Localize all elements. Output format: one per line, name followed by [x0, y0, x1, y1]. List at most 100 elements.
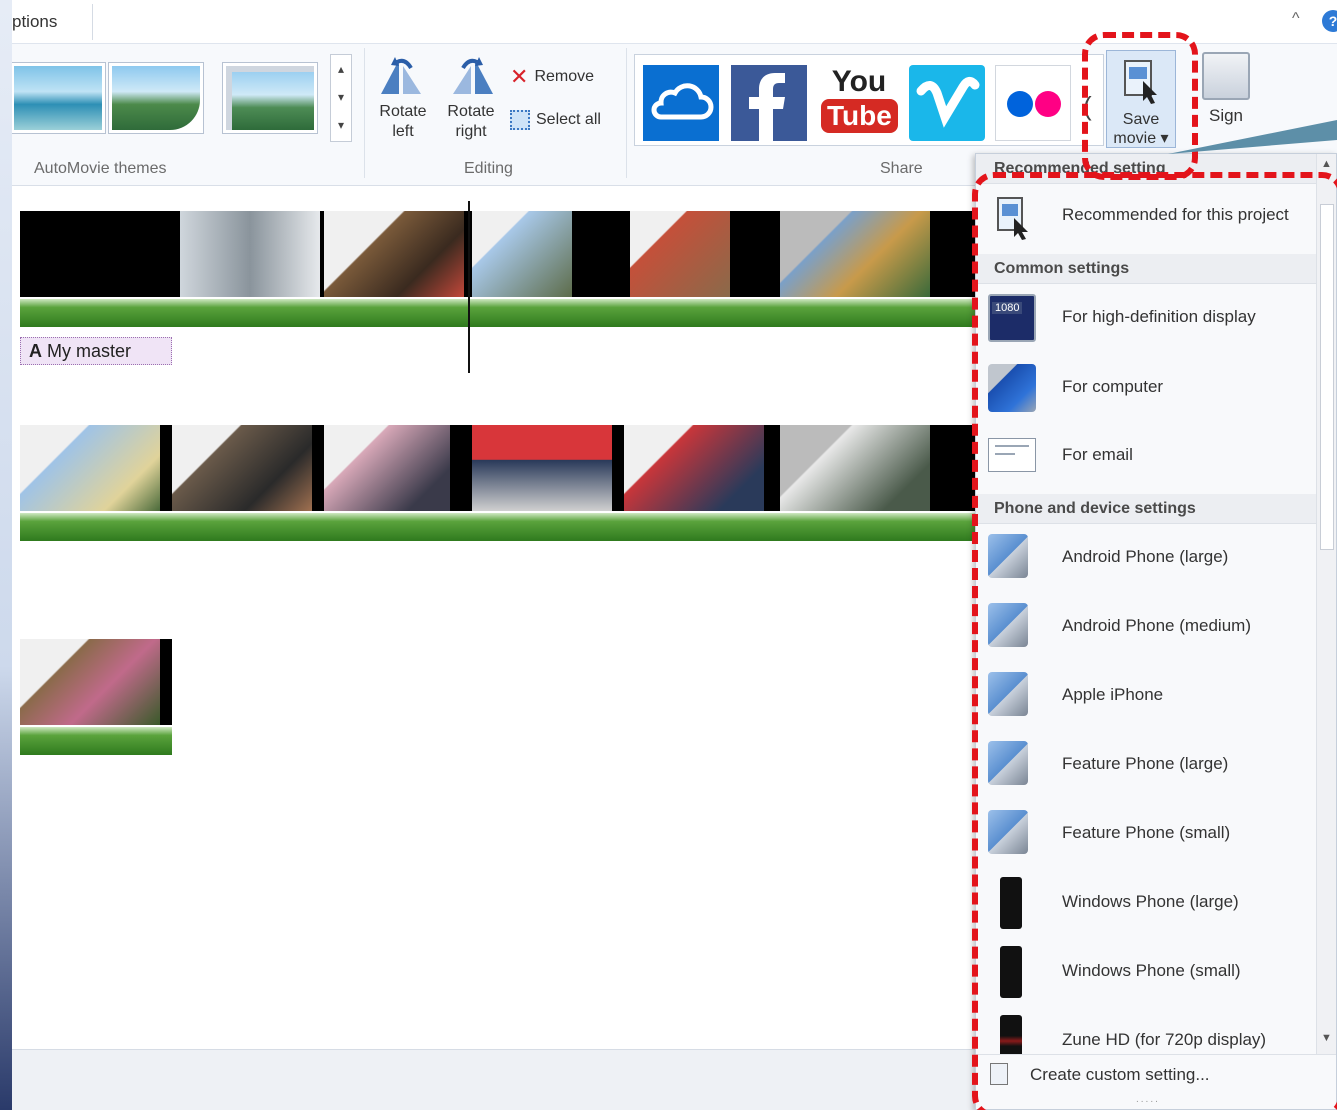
- caption-icon: A: [29, 341, 42, 361]
- remove-label: Remove: [534, 68, 595, 85]
- rotate-right-label: Rotate: [447, 103, 495, 120]
- clip-strip[interactable]: [20, 425, 980, 511]
- menu-item-label: Zune HD (for 720p display): [1062, 1030, 1267, 1049]
- themes-scroll[interactable]: ▴ ▾ ▾: [330, 54, 352, 142]
- clip-thumbnail[interactable]: [20, 425, 160, 511]
- theme-thumbnail[interactable]: [222, 62, 318, 134]
- menu-item-device[interactable]: Windows Phone (small): [976, 940, 1316, 1004]
- create-custom-setting[interactable]: Create custom setting...: [976, 1054, 1336, 1094]
- menu-item-label: For high-definition display: [1062, 307, 1256, 326]
- phone-camera-icon: [988, 534, 1028, 578]
- clip-thumbnail[interactable]: [172, 425, 312, 511]
- select-all-label: Select all: [536, 111, 601, 128]
- clip-thumbnail[interactable]: [624, 425, 764, 511]
- phone-camera-icon: [988, 741, 1028, 785]
- more-icon[interactable]: ▾: [331, 111, 351, 139]
- menu-item-device[interactable]: Android Phone (medium): [976, 595, 1316, 659]
- recommended-icon: [997, 197, 1028, 240]
- audio-waveform: [20, 511, 980, 541]
- group-label-editing: Editing: [464, 160, 513, 177]
- vimeo-v-shape: [916, 77, 980, 128]
- scroll-thumb[interactable]: [1320, 204, 1334, 550]
- rotate-left-button[interactable]: Rotate left: [372, 54, 434, 142]
- help-icon[interactable]: ?: [1322, 10, 1337, 32]
- menu-divider: [92, 4, 93, 40]
- hd-display-icon: 1080: [988, 294, 1036, 342]
- email-icon: [988, 438, 1036, 472]
- menu-item-label: Feature Phone (large): [1062, 754, 1229, 773]
- phone-camera-icon: [988, 603, 1028, 647]
- select-all-button[interactable]: Select all: [510, 110, 601, 130]
- windows-phone-icon: [1000, 877, 1022, 929]
- group-label-themes: AutoMovie themes: [34, 160, 167, 177]
- theme-thumbnail[interactable]: [108, 62, 204, 134]
- menu-item-device[interactable]: Feature Phone (large): [976, 733, 1316, 797]
- vimeo-icon[interactable]: [909, 65, 985, 141]
- playhead[interactable]: [468, 201, 470, 373]
- windows-phone-icon: [1000, 946, 1022, 998]
- menu-item-device[interactable]: Windows Phone (large): [976, 871, 1316, 935]
- scroll-up-icon[interactable]: ▴: [331, 55, 351, 83]
- youtube-icon[interactable]: You Tube: [821, 65, 898, 141]
- minimize-ribbon-icon[interactable]: ^: [1292, 10, 1300, 28]
- menu-item-email[interactable]: For email: [976, 424, 1316, 488]
- menu-item-device[interactable]: Feature Phone (small): [976, 802, 1316, 866]
- audio-waveform: [20, 297, 980, 327]
- rotate-right-icon: [453, 57, 493, 94]
- slide-decoration: [0, 0, 12, 1110]
- menu-item-label: Windows Phone (small): [1062, 961, 1241, 980]
- clip-thumbnail[interactable]: [472, 425, 612, 511]
- custom-setting-icon: [990, 1063, 1008, 1085]
- flickr-icon[interactable]: [995, 65, 1071, 141]
- menu-item-device[interactable]: Apple iPhone: [976, 664, 1316, 728]
- scroll-down-icon[interactable]: ▾: [331, 83, 351, 111]
- rotate-left-label2: left: [392, 123, 414, 140]
- save-movie-icon: [1124, 60, 1157, 104]
- clip-thumbnail[interactable]: [180, 211, 320, 297]
- menu-header: Phone and device settings: [976, 494, 1316, 524]
- scroll-down-icon[interactable]: ▼: [1321, 1032, 1332, 1044]
- remove-button[interactable]: ✕ Remove: [510, 64, 594, 90]
- menu-item-label: For computer: [1062, 377, 1164, 396]
- clip-thumbnail[interactable]: [780, 211, 930, 297]
- clip-thumbnail[interactable]: [324, 425, 450, 511]
- clip-thumbnail[interactable]: [20, 639, 160, 725]
- facebook-icon[interactable]: [731, 65, 807, 141]
- rotate-right-button[interactable]: Rotate right: [440, 54, 502, 142]
- phone-camera-icon: [988, 810, 1028, 854]
- custom-setting-label: Create custom setting...: [1030, 1065, 1210, 1084]
- group-divider: [364, 48, 365, 178]
- menu-item-computer[interactable]: For computer: [976, 356, 1316, 420]
- menu-item-label: For email: [1062, 445, 1133, 464]
- audio-waveform: [20, 725, 172, 755]
- clip-thumbnail[interactable]: [630, 211, 730, 297]
- caption-clip[interactable]: A My master: [20, 337, 172, 365]
- clip-thumbnail[interactable]: [472, 211, 572, 297]
- menu-item-label: Windows Phone (large): [1062, 892, 1239, 911]
- onedrive-icon[interactable]: [643, 65, 719, 141]
- menu-item-device[interactable]: Android Phone (large): [976, 526, 1316, 590]
- clip-strip[interactable]: [20, 211, 980, 297]
- rotate-left-label: Rotate: [379, 103, 427, 120]
- rotate-left-icon: [381, 57, 421, 94]
- clip-thumbnail[interactable]: [780, 425, 930, 511]
- menu-item-recommended[interactable]: Recommended for this project: [976, 184, 1316, 248]
- share-gallery: You Tube (: [634, 54, 1104, 146]
- theme-thumbnail[interactable]: [12, 62, 106, 134]
- phone-camera-icon: [988, 672, 1028, 716]
- user-icon: [1202, 52, 1250, 100]
- resize-grip[interactable]: .....: [1136, 1094, 1160, 1105]
- group-label-share: Share: [880, 160, 923, 177]
- clip-thumbnail[interactable]: [324, 211, 464, 297]
- menu-item-hd[interactable]: 1080 For high-definition display: [976, 286, 1316, 350]
- rotate-right-label2: right: [455, 123, 487, 140]
- menu-item-label: Recommended for this project: [1062, 205, 1289, 224]
- caption-text: My master: [47, 341, 132, 361]
- menu-header: Common settings: [976, 254, 1316, 284]
- clip-strip[interactable]: [20, 639, 172, 725]
- menu-scrollbar[interactable]: ▲ ▼: [1316, 154, 1336, 1054]
- tab-options[interactable]: ptions: [12, 12, 57, 32]
- share-more-icon[interactable]: (: [1083, 91, 1092, 122]
- group-divider: [626, 48, 627, 178]
- facebook-f-shape: [749, 73, 785, 141]
